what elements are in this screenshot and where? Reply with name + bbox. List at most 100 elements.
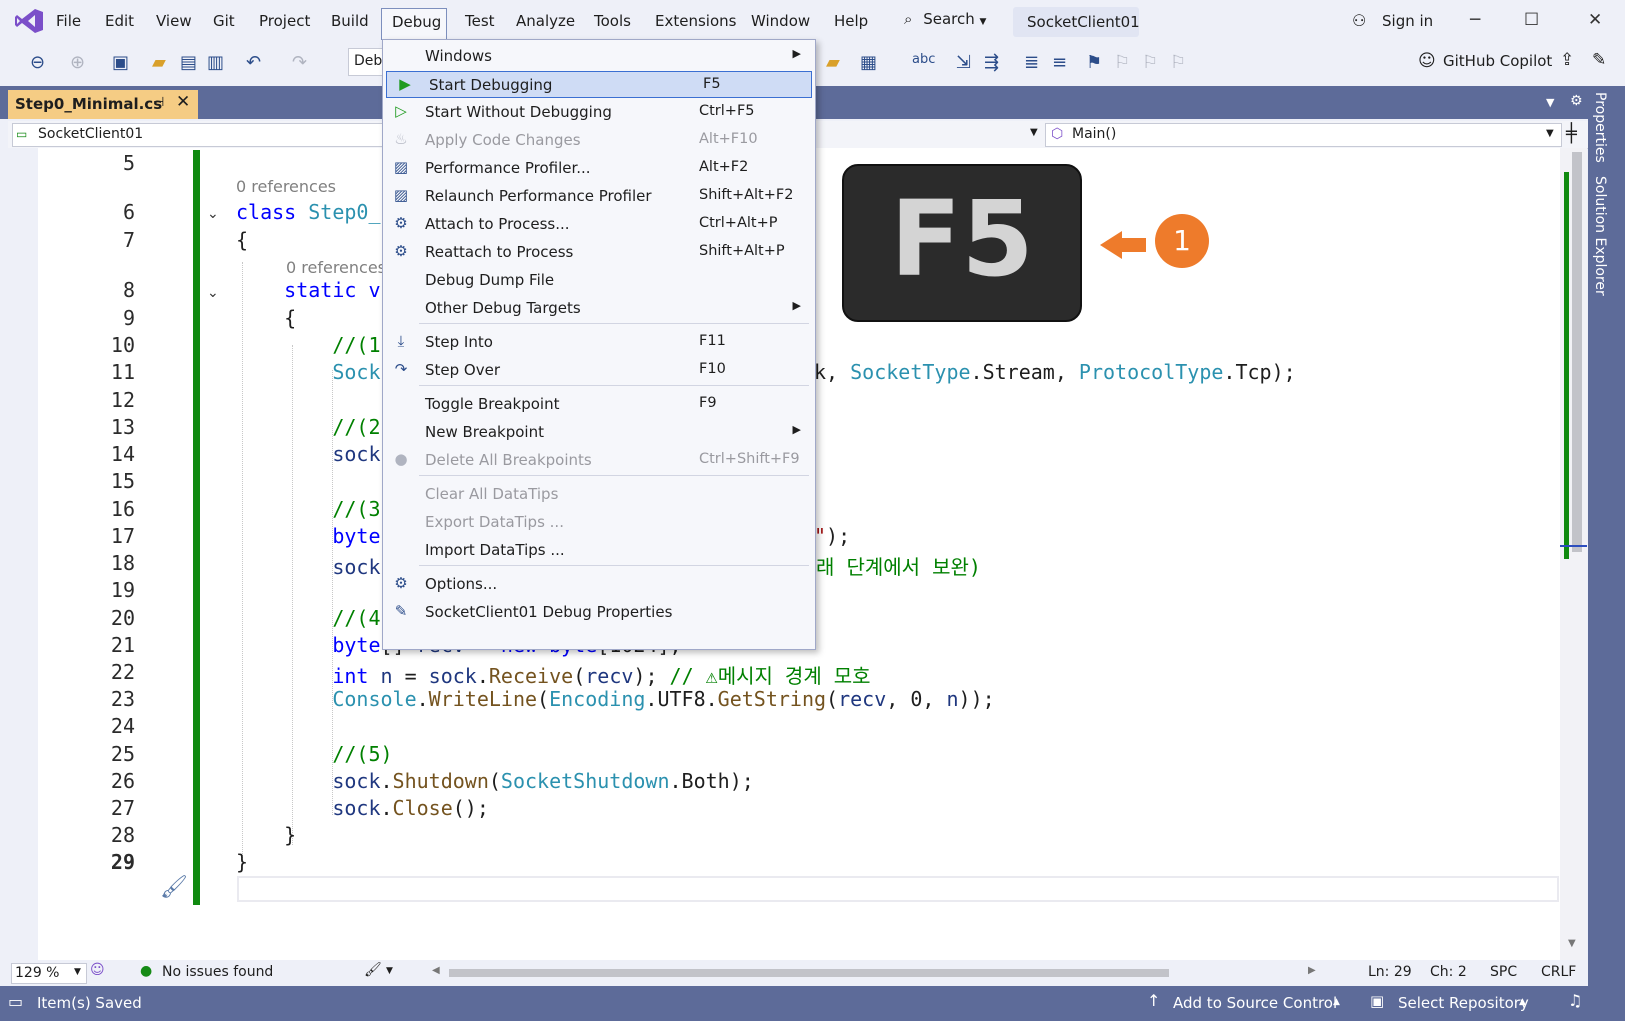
- scroll-left-icon[interactable]: ◀: [432, 965, 440, 976]
- chevron-up-icon[interactable]: ▲: [1519, 997, 1526, 1007]
- line-indicator[interactable]: Ln: 29: [1368, 964, 1412, 980]
- copilot-icon[interactable]: ☺: [1418, 51, 1436, 71]
- output-icon[interactable]: ▭: [8, 992, 23, 1011]
- debug-menu-item-relaunch-performance-profiler[interactable]: ▨ Relaunch Performance Profiler Shift+Alt+…: [383, 183, 815, 210]
- maximize-icon[interactable]: ☐: [1524, 10, 1539, 30]
- menu-debug[interactable]: Debug: [381, 8, 447, 40]
- open-folder-icon[interactable]: ▰: [152, 52, 166, 73]
- menu-help[interactable]: Help: [834, 12, 868, 30]
- visual-studio-logo-icon[interactable]: [14, 8, 44, 38]
- quick-actions-brush-icon[interactable]: 🖌: [160, 875, 188, 900]
- column-indicator[interactable]: Ch: 2: [1430, 964, 1467, 980]
- feedback-icon[interactable]: ✎: [1592, 50, 1606, 70]
- debug-menu-item-toggle-breakpoint[interactable]: Toggle Breakpoint F9: [383, 391, 815, 418]
- search-box[interactable]: ⌕ Search ▼: [904, 10, 986, 28]
- format-icon[interactable]: ⇶: [984, 52, 999, 73]
- folder-icon[interactable]: ▰: [826, 52, 840, 73]
- configuration-dropdown[interactable]: Deb: [348, 48, 386, 76]
- code-line[interactable]: static v: [236, 278, 380, 302]
- debug-menu-item-socketclient01-debug-properties[interactable]: ✎ SocketClient01 Debug Properties: [383, 599, 815, 626]
- horizontal-scroll-thumb[interactable]: [449, 969, 1169, 977]
- project-dropdown[interactable]: ▭ SocketClient01: [12, 123, 384, 147]
- debug-menu-item-import-datatips[interactable]: Import DataTips ...: [383, 537, 815, 564]
- vertical-scrollbar[interactable]: ▼: [1560, 148, 1587, 960]
- scroll-down-icon[interactable]: ▼: [1568, 938, 1576, 949]
- save-all-icon[interactable]: ▥: [207, 52, 224, 73]
- code-line[interactable]: //(4: [236, 606, 380, 630]
- bookmark-prev-icon[interactable]: ⚐: [1114, 52, 1130, 73]
- undo-icon[interactable]: ↶: [246, 52, 261, 73]
- debug-menu-item-windows[interactable]: Windows ▶: [383, 43, 815, 70]
- menu-git[interactable]: Git: [213, 12, 235, 30]
- select-repository-button[interactable]: Select Repository: [1398, 994, 1529, 1012]
- back-icon[interactable]: ⊖: [30, 52, 45, 73]
- codelens-references[interactable]: 0 references: [236, 177, 336, 196]
- code-cleanup-icon[interactable]: 🖌: [364, 962, 382, 978]
- debug-menu-item-reattach-to-process[interactable]: ⚙ Reattach to Process Shift+Alt+P: [383, 239, 815, 266]
- indent-icon[interactable]: ≣: [1024, 52, 1039, 73]
- menu-edit[interactable]: Edit: [105, 12, 134, 30]
- scroll-thumb[interactable]: [1572, 152, 1582, 552]
- debug-menu-item-performance-profiler[interactable]: ▨ Performance Profiler... Alt+F2: [383, 155, 815, 182]
- spell-check-icon[interactable]: abc: [912, 52, 935, 67]
- menu-project[interactable]: Project: [259, 12, 310, 30]
- code-line[interactable]: sock.Close();: [236, 796, 489, 820]
- menu-window[interactable]: Window: [751, 12, 810, 30]
- account-icon[interactable]: ⚇: [1352, 11, 1366, 30]
- properties-side-tab[interactable]: Properties: [1592, 92, 1608, 163]
- debug-menu-item-other-debug-targets[interactable]: Other Debug Targets ▶: [383, 295, 815, 322]
- line-ending-indicator[interactable]: CRLF: [1541, 964, 1576, 980]
- chevron-down-icon[interactable]: ▼: [386, 966, 393, 976]
- window-layout-icon[interactable]: ▦: [860, 52, 877, 73]
- code-line[interactable]: //(3: [236, 497, 380, 521]
- code-line[interactable]: }: [236, 823, 296, 847]
- sign-in-link[interactable]: Sign in: [1382, 12, 1433, 30]
- forward-icon[interactable]: ⊕: [70, 52, 85, 73]
- scroll-right-icon[interactable]: ▶: [1308, 965, 1316, 976]
- code-line[interactable]: //(2: [236, 415, 380, 439]
- code-line[interactable]: int n = sock.Receive(recv); // ⚠메시지 경계 모…: [236, 660, 870, 689]
- add-to-source-control-button[interactable]: Add to Source Control: [1173, 994, 1337, 1012]
- save-icon[interactable]: ▤: [180, 52, 197, 73]
- copilot-label[interactable]: GitHub Copilot: [1443, 52, 1552, 70]
- menu-extensions[interactable]: Extensions: [655, 12, 736, 30]
- menu-test[interactable]: Test: [465, 12, 495, 30]
- chevron-up-icon[interactable]: ▲: [1333, 997, 1340, 1007]
- menu-build[interactable]: Build: [331, 12, 369, 30]
- minimize-icon[interactable]: ─: [1470, 10, 1480, 30]
- member-dropdown[interactable]: ⬡ Main() ▼: [1045, 123, 1562, 147]
- share-icon[interactable]: ⇪: [1560, 50, 1574, 70]
- debug-menu-item-options[interactable]: ⚙ Options...: [383, 571, 815, 598]
- bookmark-clear-icon[interactable]: ⚐: [1170, 52, 1186, 73]
- chevron-down-icon[interactable]: ▼: [1030, 127, 1038, 138]
- copilot-status-icon[interactable]: ☺: [90, 962, 105, 978]
- menu-tools[interactable]: Tools: [594, 12, 631, 30]
- menu-analyze[interactable]: Analyze: [516, 12, 575, 30]
- redo-icon[interactable]: ↷: [292, 52, 307, 73]
- menu-file[interactable]: File: [56, 12, 81, 30]
- zoom-dropdown[interactable]: 129 % ▼: [11, 963, 87, 984]
- step-icon[interactable]: ⇲: [956, 52, 971, 73]
- codelens-references[interactable]: 0 references: [286, 258, 386, 277]
- menu-view[interactable]: View: [156, 12, 192, 30]
- code-line[interactable]: //(1: [236, 333, 380, 357]
- solution-explorer-side-tab[interactable]: Solution Explorer: [1592, 176, 1608, 296]
- code-line[interactable]: {: [236, 228, 248, 252]
- fold-chevron-icon[interactable]: ⌄: [207, 285, 219, 301]
- fold-chevron-icon[interactable]: ⌄: [207, 206, 219, 222]
- debug-menu-item-new-breakpoint[interactable]: New Breakpoint ▶: [383, 419, 815, 446]
- settings-icon[interactable]: ⚙: [1570, 93, 1583, 109]
- code-line[interactable]: sock.Shutdown(SocketShutdown.Both);: [236, 769, 753, 793]
- close-icon[interactable]: ✕: [1588, 10, 1602, 30]
- new-item-icon[interactable]: ▣: [112, 52, 129, 73]
- tab-overflow-icon[interactable]: ▼: [1546, 96, 1554, 109]
- outdent-icon[interactable]: ≡: [1052, 52, 1067, 73]
- debug-menu-item-start-without-debugging[interactable]: ▷ Start Without Debugging Ctrl+F5: [383, 99, 815, 126]
- debug-menu-item-step-over[interactable]: ↷ Step Over F10: [383, 357, 815, 384]
- spacing-indicator[interactable]: SPC: [1490, 964, 1517, 980]
- notifications-bell-icon[interactable]: ♫: [1568, 991, 1582, 1010]
- debug-menu-item-attach-to-process[interactable]: ⚙ Attach to Process... Ctrl+Alt+P: [383, 211, 815, 238]
- debug-menu-item-start-debugging[interactable]: ▶ Start Debugging F5: [386, 71, 812, 98]
- code-line[interactable]: }: [236, 850, 248, 874]
- code-line[interactable]: {: [236, 306, 296, 330]
